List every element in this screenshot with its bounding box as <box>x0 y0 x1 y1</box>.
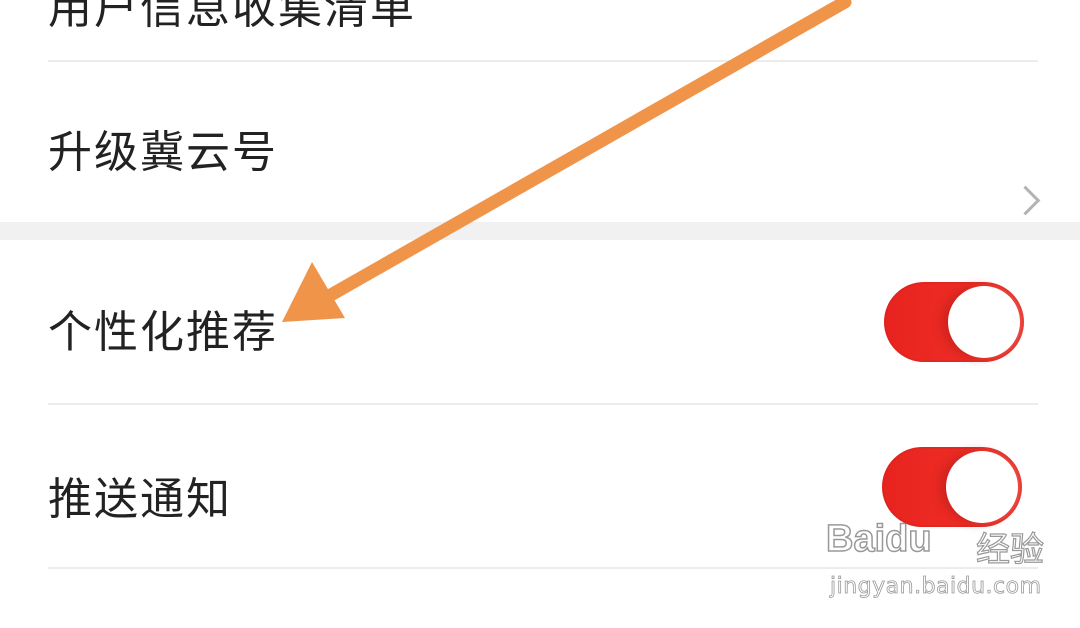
settings-item-upgrade-account[interactable]: 升级冀云号 <box>0 62 1080 222</box>
toggle-knob <box>948 286 1020 358</box>
watermark-logo: Baidu <box>825 517 932 561</box>
settings-item-partial-label: 用户信息收集清单 <box>48 0 416 34</box>
settings-item-label: 升级冀云号 <box>48 127 278 178</box>
personalized-recommendation-toggle[interactable] <box>884 282 1024 362</box>
watermark-url: jingyan.baidu.com <box>830 574 1042 600</box>
toggle-knob <box>946 451 1018 523</box>
section-separator <box>0 222 1080 240</box>
push-notifications-toggle[interactable] <box>882 447 1022 527</box>
settings-screen: 用户信息收集清单 升级冀云号 个性化推荐 推送通知 Baidu 经验 jingy… <box>0 0 1080 628</box>
baidu-watermark: Baidu 经验 jingyan.baidu.com <box>825 517 1066 610</box>
watermark-suffix: 经验 <box>975 529 1044 570</box>
chevron-right-icon <box>1010 185 1041 216</box>
settings-item-label: 推送通知 <box>48 474 232 525</box>
settings-item-personalized-recommendation: 个性化推荐 <box>0 240 1080 404</box>
settings-item-label: 个性化推荐 <box>48 307 278 358</box>
